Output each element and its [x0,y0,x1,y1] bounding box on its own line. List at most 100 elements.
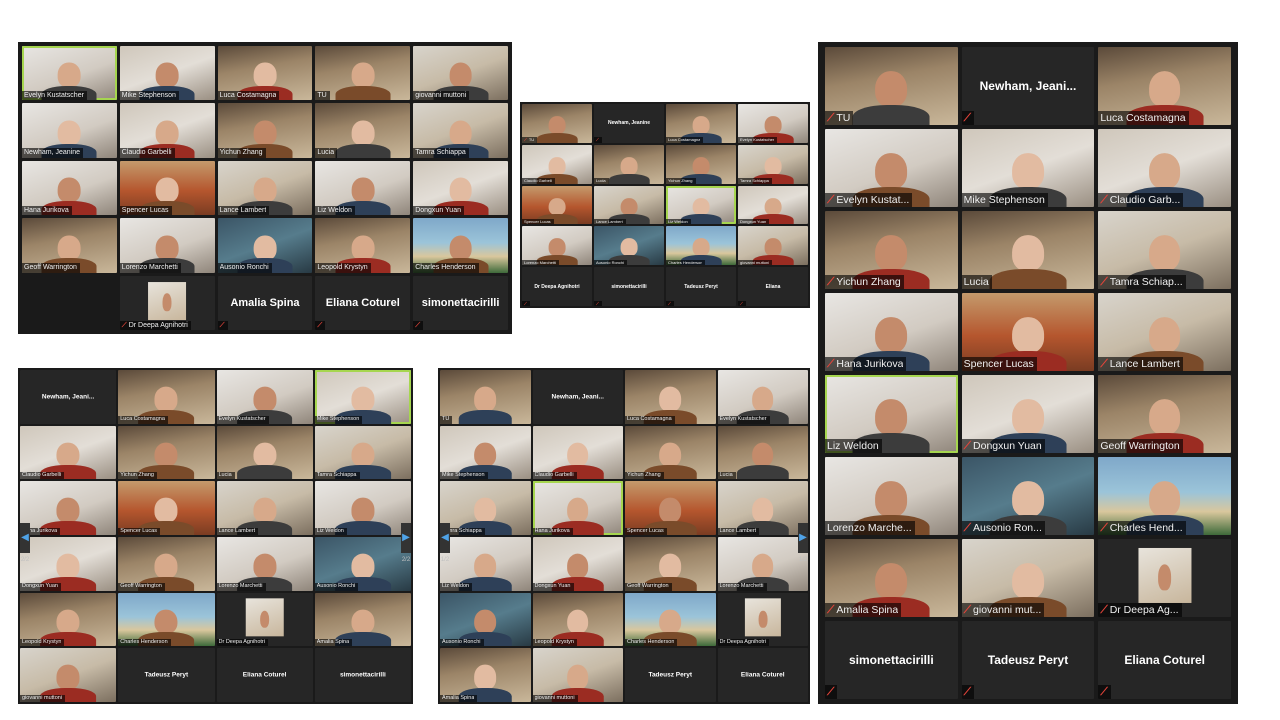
participant-tile[interactable]: Hana Jurikova [22,160,117,216]
participant-tile[interactable]: Dongxun Yuan [20,537,117,591]
participant-tile[interactable]: Leopold Krystyn [532,592,623,647]
participant-tile[interactable]: ⟋ giovanni mut... [961,539,1095,617]
participant-tile[interactable]: Eliana Coturel ⟋ [1098,621,1231,699]
participant-tile[interactable]: simonettacirilli ⟋ [594,267,664,306]
participant-tile[interactable]: Lorenzo Marchetti [119,218,215,273]
participant-tile[interactable]: Dongxun Yuan [738,185,808,225]
participant-tile[interactable]: Lucia [594,144,664,184]
participant-tile[interactable]: simonettacirilli [314,648,411,702]
participant-tile[interactable]: Luca Costamagna [666,104,736,143]
participant-tile[interactable]: Hana Jurikova [20,481,117,535]
participant-tile[interactable]: Liz Weldon [440,537,531,591]
participant-tile[interactable]: Newham, Jeani... [20,370,117,424]
previous-page-button[interactable]: ◀ 1/2 [440,522,450,563]
participant-tile[interactable]: Charles Henderson [118,592,215,647]
participant-tile[interactable]: Lorenzo Marchetti [522,226,592,266]
participant-tile[interactable]: Geoff Warrington [118,537,215,591]
participant-tile[interactable]: Newham, Jeanine [22,103,117,158]
participant-tile[interactable]: Claudio Garbelli [20,425,117,480]
participant-tile[interactable]: ⟋ TU [825,47,958,125]
participant-tile[interactable]: simonettacirilli ⟋ [825,621,958,699]
participant-tile[interactable]: Ausonio Ronchi [217,218,313,273]
participant-tile[interactable]: Mike Stephenson [440,425,531,480]
participant-tile[interactable]: Charles Henderson [413,218,508,273]
active-speaker-tile[interactable]: Liz Weldon [666,185,736,225]
participant-tile[interactable]: ⟋ Claudio Garb... [1098,129,1231,207]
participant-tile[interactable]: Yichun Zhang [625,425,716,480]
participant-tile[interactable]: giovanni muttoni [738,226,808,266]
participant-tile[interactable]: giovanni muttoni [20,648,117,702]
participant-tile[interactable]: Evelyn Kustatscher [738,104,808,143]
participant-tile[interactable]: Eliana Coturel [717,648,808,702]
participant-tile[interactable]: ⟋ Amalia Spina [825,539,958,617]
participant-tile[interactable]: Lucia [961,211,1095,289]
participant-tile[interactable]: Charles Henderson [625,592,716,647]
participant-tile[interactable]: Lorenzo Marche... [825,457,958,535]
participant-tile[interactable]: Lance Lambert [217,160,313,216]
participant-tile[interactable]: Dr Deepa Agnihotri [717,592,808,647]
participant-tile[interactable]: Claudio Garbelli [522,144,592,184]
participant-tile[interactable]: ⟋ Dr Deepa Ag... [1098,539,1231,617]
participant-tile[interactable]: ⟋ Yichun Zhang [825,211,958,289]
participant-tile[interactable]: ⟋ TU [522,104,592,143]
participant-tile[interactable]: Lucia [717,425,808,480]
participant-tile[interactable]: Liz Weldon [314,481,411,535]
active-speaker-tile[interactable]: Mike Stephenson [314,370,411,424]
participant-tile[interactable]: Tadeusz Peryt ⟋ [961,621,1095,699]
participant-tile[interactable]: Evelyn Kustatscher [216,370,313,424]
participant-tile[interactable]: Tamra Schiappa [314,425,411,480]
participant-tile[interactable]: Tamra Schiappa [440,481,531,535]
next-page-button[interactable]: ▶ 2/2 [401,522,411,563]
participant-tile[interactable]: TU [315,46,411,101]
participant-tile[interactable]: Yichun Zhang [118,425,215,480]
participant-tile[interactable]: Dr Deepa Agnihotri ⟋ [522,267,592,306]
participant-tile[interactable]: ⟋ Charles Hend... [1098,457,1231,535]
participant-tile[interactable]: Leopold Krystyn [20,592,117,647]
participant-tile[interactable]: giovanni muttoni [413,46,508,101]
participant-tile[interactable]: Amalia Spina [314,592,411,647]
participant-tile[interactable]: Newham, Jeanine ⟋ [594,104,664,143]
participant-tile[interactable]: Tadeusz Peryt [118,648,215,702]
participant-tile[interactable]: Yichun Zhang [666,144,736,184]
participant-tile[interactable]: Ausonio Ronchi [440,592,531,647]
previous-page-button[interactable]: ◀ 2/2 [20,522,30,563]
participant-tile[interactable]: Geoff Warrington [625,537,716,591]
participant-tile[interactable]: Spencer Lucas [118,481,215,535]
participant-tile[interactable]: Dongxun Yuan [413,160,508,216]
next-page-button[interactable]: ▶ 1/2 [798,522,808,563]
active-speaker-tile[interactable]: Evelyn Kustatscher [22,46,117,101]
participant-tile[interactable]: Eliana Coturel ⟋ [315,275,411,330]
participant-tile[interactable]: Spencer Lucas [625,481,716,535]
participant-tile[interactable]: Tadeusz Peryt ⟋ [666,267,736,306]
participant-tile[interactable]: Lance Lambert [594,185,664,225]
participant-tile[interactable]: ⟋ Tamra Schiap... [1098,211,1231,289]
participant-tile[interactable]: Amalia Spina ⟋ [217,275,313,330]
participant-tile[interactable]: TU [440,370,531,424]
participant-tile[interactable]: Claudio Garbelli [119,103,215,158]
participant-tile[interactable]: simonettacirilli ⟋ [413,275,508,330]
participant-tile[interactable]: Lance Lambert [216,481,313,535]
participant-tile[interactable]: Lorenzo Marchetti [717,537,808,591]
participant-tile[interactable]: Tamra Schiappa [738,144,808,184]
participant-tile[interactable]: Dongxun Yuan [532,537,623,591]
participant-tile[interactable]: ⟋ Ausonio Ron... [961,457,1095,535]
participant-tile[interactable]: Ausonio Ronchi [594,226,664,266]
participant-tile[interactable]: Lucia [315,103,411,158]
participant-tile[interactable]: Mike Stephenson [961,129,1095,207]
participant-tile[interactable]: Tadeusz Peryt [625,648,716,702]
participant-tile[interactable]: Geoff Warrington [1098,375,1231,453]
participant-tile[interactable]: Leopold Krystyn [315,218,411,273]
participant-tile[interactable]: Spencer Lucas [522,185,592,225]
active-speaker-tile[interactable]: Hana Jurikova [532,481,623,535]
participant-tile[interactable]: Lucia [216,425,313,480]
participant-tile[interactable]: Yichun Zhang [217,103,313,158]
participant-tile[interactable]: Amalia Spina [440,648,531,702]
participant-tile[interactable]: Evelyn Kustatscher [717,370,808,424]
participant-tile[interactable]: Lance Lambert [717,481,808,535]
participant-tile[interactable]: ⟋ Hana Jurikova [825,293,958,371]
participant-tile[interactable]: Luca Costamagna [625,370,716,424]
participant-tile[interactable]: Lorenzo Marchetti [216,537,313,591]
participant-tile[interactable]: ⟋ Lance Lambert [1098,293,1231,371]
participant-tile[interactable]: Dr Deepa Agnihotri [216,592,313,647]
participant-tile[interactable]: Spencer Lucas [119,160,215,216]
